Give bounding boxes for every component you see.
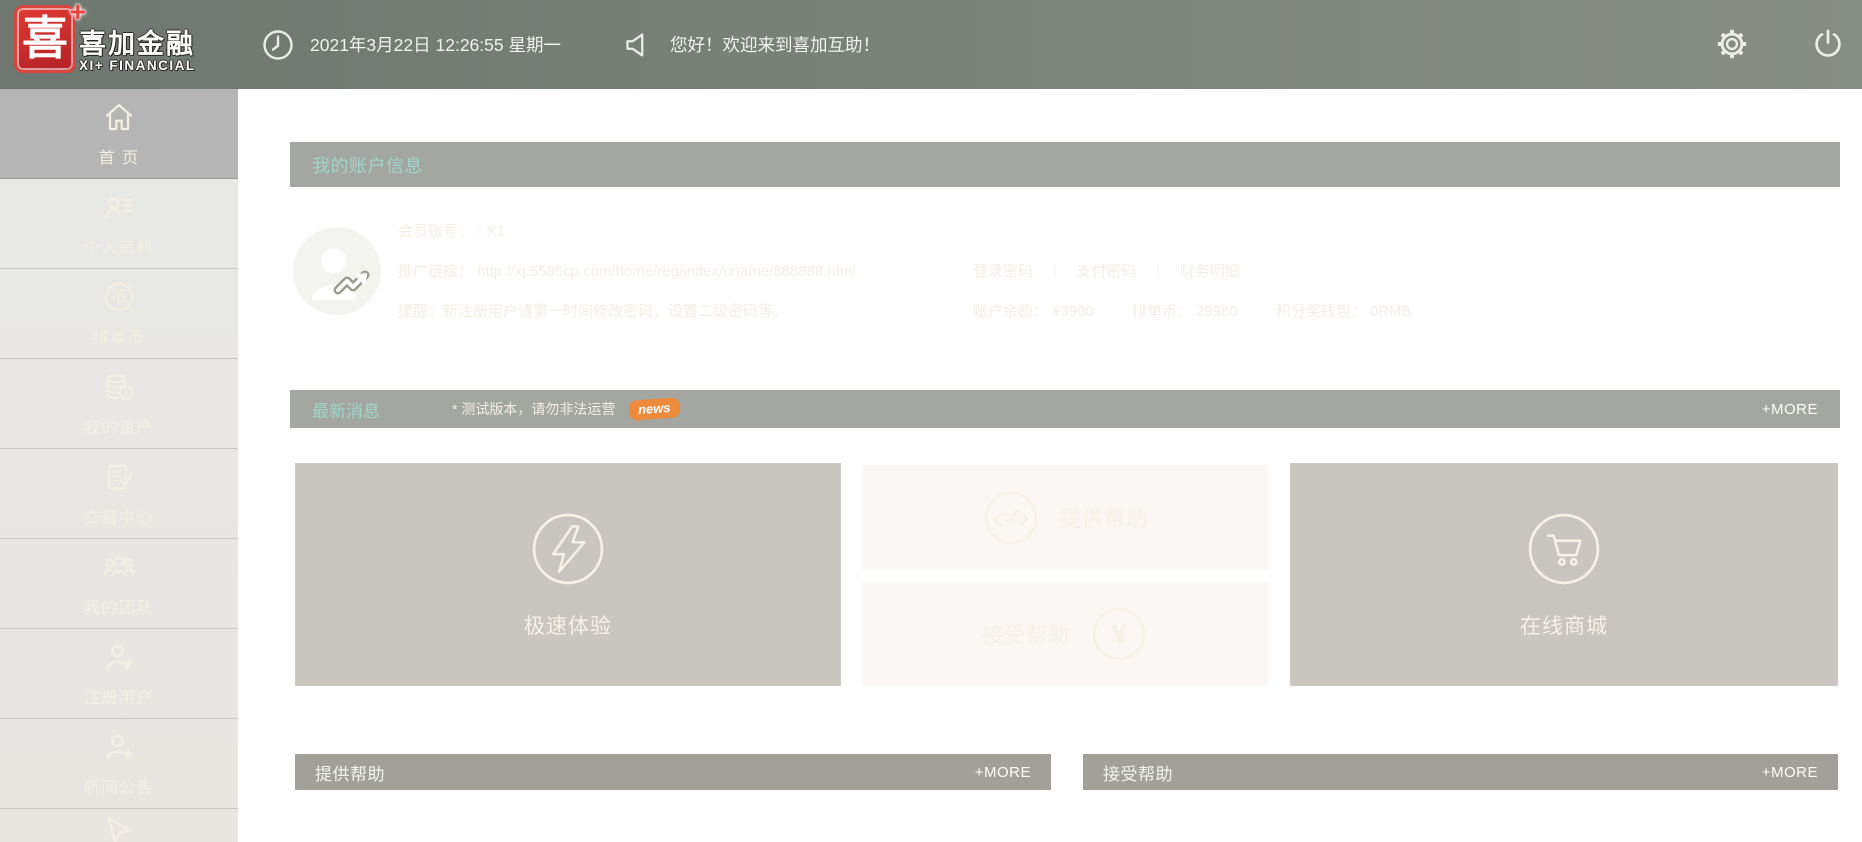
sidebar-item-news-announcement[interactable]: 新闻公告 bbox=[0, 719, 238, 809]
card-provide-help[interactable]: 提供帮助 bbox=[862, 465, 1268, 570]
promo-link-url[interactable]: http://xj.5586cp.com/home/reg/index/unam… bbox=[477, 263, 856, 280]
brand-seal-character: 喜 bbox=[22, 16, 68, 62]
account-panel-title: 我的账户信息 bbox=[312, 152, 423, 178]
datetime-group: 2021年3月22日 12:26:55 星期一 bbox=[260, 0, 561, 89]
main-content: 我的账户信息 会员账号： - X1 推广链接： http://xj.5586cp… bbox=[238, 89, 1862, 842]
svg-text:¥: ¥ bbox=[1111, 619, 1127, 650]
coins-stack-icon: $ bbox=[101, 369, 137, 405]
document-check-icon bbox=[101, 459, 137, 495]
sidebar-item-label: 新闻公告 bbox=[84, 774, 154, 798]
section-more-link[interactable]: +MORE bbox=[975, 764, 1031, 781]
page-background: 喜 + 喜加金融 XI+ FINANCIAL 2021年3月22日 12:26:… bbox=[0, 0, 1862, 842]
sidebar-item-partial[interactable] bbox=[0, 809, 238, 842]
finance-detail-link[interactable]: 财务明细 bbox=[1180, 263, 1240, 280]
balance-label: 账户余额： bbox=[973, 303, 1048, 320]
section-more-link[interactable]: +MORE bbox=[1762, 764, 1818, 781]
member-account-line: 会员账号： - X1 bbox=[398, 212, 856, 252]
coin-label: 排单币： bbox=[1132, 303, 1192, 320]
sidebar-item-label: 我的团队 bbox=[84, 594, 154, 618]
points-value: 0RMB bbox=[1370, 303, 1412, 320]
sidebar-item-trade-center[interactable]: 交易中心 bbox=[0, 449, 238, 539]
sidebar-item-profile[interactable]: 个人资料 bbox=[0, 179, 238, 269]
brand-text: 喜加金融 XI+ FINANCIAL bbox=[79, 30, 196, 73]
card-accept-help[interactable]: 接受帮助 ¥ bbox=[862, 582, 1268, 686]
section-title: 接受帮助 bbox=[1103, 760, 1173, 785]
team-icon bbox=[101, 549, 137, 585]
news-notice-text: * 测试版本，请勿非法运营 bbox=[452, 399, 615, 419]
news-title: 最新消息 bbox=[312, 397, 380, 422]
brand-seal: 喜 + bbox=[14, 5, 76, 73]
card-label: 极速体验 bbox=[524, 610, 612, 640]
brand-logo: 喜 + 喜加金融 XI+ FINANCIAL bbox=[14, 5, 196, 73]
greeting-group: 您好！欢迎来到喜加互助！ bbox=[620, 0, 880, 89]
news-bar: 最新消息 * 测试版本，请勿非法运营 news +MORE bbox=[290, 390, 1840, 428]
settings-gear-icon[interactable] bbox=[1714, 26, 1750, 62]
shopping-cart-icon bbox=[1525, 510, 1603, 588]
datetime-text: 2021年3月22日 12:26:55 星期一 bbox=[310, 32, 561, 57]
top-bar: 喜 + 喜加金融 XI+ FINANCIAL 2021年3月22日 12:26:… bbox=[0, 0, 1862, 89]
separator: ｜ bbox=[1151, 263, 1166, 280]
balance-line: 账户余额：¥3900 排单币：29980 积分奖钱包：0RMB bbox=[973, 292, 1446, 332]
greeting-text: 您好！欢迎来到喜加互助！ bbox=[670, 32, 880, 57]
promo-link-line: 推广链接： http://xj.5586cp.com/home/reg/inde… bbox=[398, 252, 856, 292]
sidebar-item-team[interactable]: 我的团队 bbox=[0, 539, 238, 629]
login-password-link[interactable]: 登录密码 bbox=[973, 263, 1033, 280]
brand-name-en: XI+ FINANCIAL bbox=[79, 58, 196, 73]
user-add-icon bbox=[101, 729, 137, 765]
sidebar-item-label: 个人资料 bbox=[84, 234, 154, 258]
sidebar-item-register-user[interactable]: 注册用户 bbox=[0, 629, 238, 719]
card-speed-experience[interactable]: 极速体验 bbox=[295, 463, 841, 686]
points-label: 积分奖钱包： bbox=[1276, 303, 1366, 320]
news-badge: news bbox=[629, 397, 681, 420]
points-wallet: 积分奖钱包：0RMB bbox=[1276, 303, 1412, 320]
lightning-icon bbox=[529, 510, 607, 588]
promo-link-label: 推广链接： bbox=[398, 263, 473, 280]
news-more-link[interactable]: +MORE bbox=[1762, 401, 1818, 418]
member-account-label: 会员账号： bbox=[398, 223, 473, 240]
sidebar-item-home[interactable]: 首 页 bbox=[0, 89, 238, 179]
account-actions-block: 登录密码 ｜ 支付密码 ｜ 财务明细 账户余额：¥3900 排单币：29980 … bbox=[973, 252, 1446, 332]
handshake-icon bbox=[982, 489, 1040, 547]
sidebar-item-label: 我的资产 bbox=[84, 414, 154, 438]
sidebar-item-label: 首 页 bbox=[99, 144, 140, 168]
brand-name: 喜加金融 bbox=[79, 30, 196, 58]
queue-coin-balance: 排单币：29980 bbox=[1132, 303, 1242, 320]
member-account-value: - X1 bbox=[477, 223, 505, 240]
brand-plus-mark: + bbox=[70, 0, 86, 28]
coin-icon: 币 bbox=[101, 279, 137, 315]
coin-value: 29980 bbox=[1196, 303, 1238, 320]
section-accept-help-header: 接受帮助 +MORE bbox=[1083, 754, 1838, 790]
card-label: 在线商城 bbox=[1520, 610, 1608, 640]
account-balance: 账户余额：¥3900 bbox=[973, 303, 1098, 320]
reminder-line: 提醒：新注册用户请第一时间修改密码，设置二级密码等。 bbox=[398, 292, 856, 332]
clock-icon bbox=[260, 27, 296, 63]
card-label: 接受帮助 bbox=[982, 619, 1070, 649]
avatar bbox=[290, 224, 384, 318]
section-provide-help-header: 提供帮助 +MORE bbox=[295, 754, 1051, 790]
power-logout-icon[interactable] bbox=[1810, 26, 1846, 62]
balance-value: ¥3900 bbox=[1052, 303, 1094, 320]
svg-text:币: 币 bbox=[111, 288, 127, 306]
user-add-icon bbox=[101, 639, 137, 675]
sidebar-item-label: 排单币 bbox=[93, 324, 146, 348]
contact-card-icon bbox=[101, 189, 137, 225]
home-icon bbox=[101, 99, 137, 135]
svg-text:$: $ bbox=[123, 388, 129, 399]
yen-circle-icon: ¥ bbox=[1090, 605, 1148, 663]
account-info-block: 会员账号： - X1 推广链接： http://xj.5586cp.com/ho… bbox=[398, 212, 856, 332]
sidebar-item-assets[interactable]: $ 我的资产 bbox=[0, 359, 238, 449]
sidebar-item-queue-coin[interactable]: 币 排单币 bbox=[0, 269, 238, 359]
speaker-icon bbox=[620, 27, 656, 63]
password-links-line: 登录密码 ｜ 支付密码 ｜ 财务明细 bbox=[973, 252, 1446, 292]
account-panel-header: 我的账户信息 bbox=[290, 142, 1840, 187]
section-title: 提供帮助 bbox=[315, 760, 385, 785]
card-label: 提供帮助 bbox=[1060, 503, 1148, 533]
pay-password-link[interactable]: 支付密码 bbox=[1076, 263, 1136, 280]
separator: ｜ bbox=[1047, 263, 1062, 280]
sidebar: 首 页 个人资料 币 排单币 bbox=[0, 89, 238, 842]
card-online-mall[interactable]: 在线商城 bbox=[1290, 463, 1838, 686]
sidebar-item-label: 注册用户 bbox=[84, 684, 154, 708]
cursor-arrow-icon bbox=[101, 813, 137, 842]
sidebar-item-label: 交易中心 bbox=[84, 504, 154, 528]
